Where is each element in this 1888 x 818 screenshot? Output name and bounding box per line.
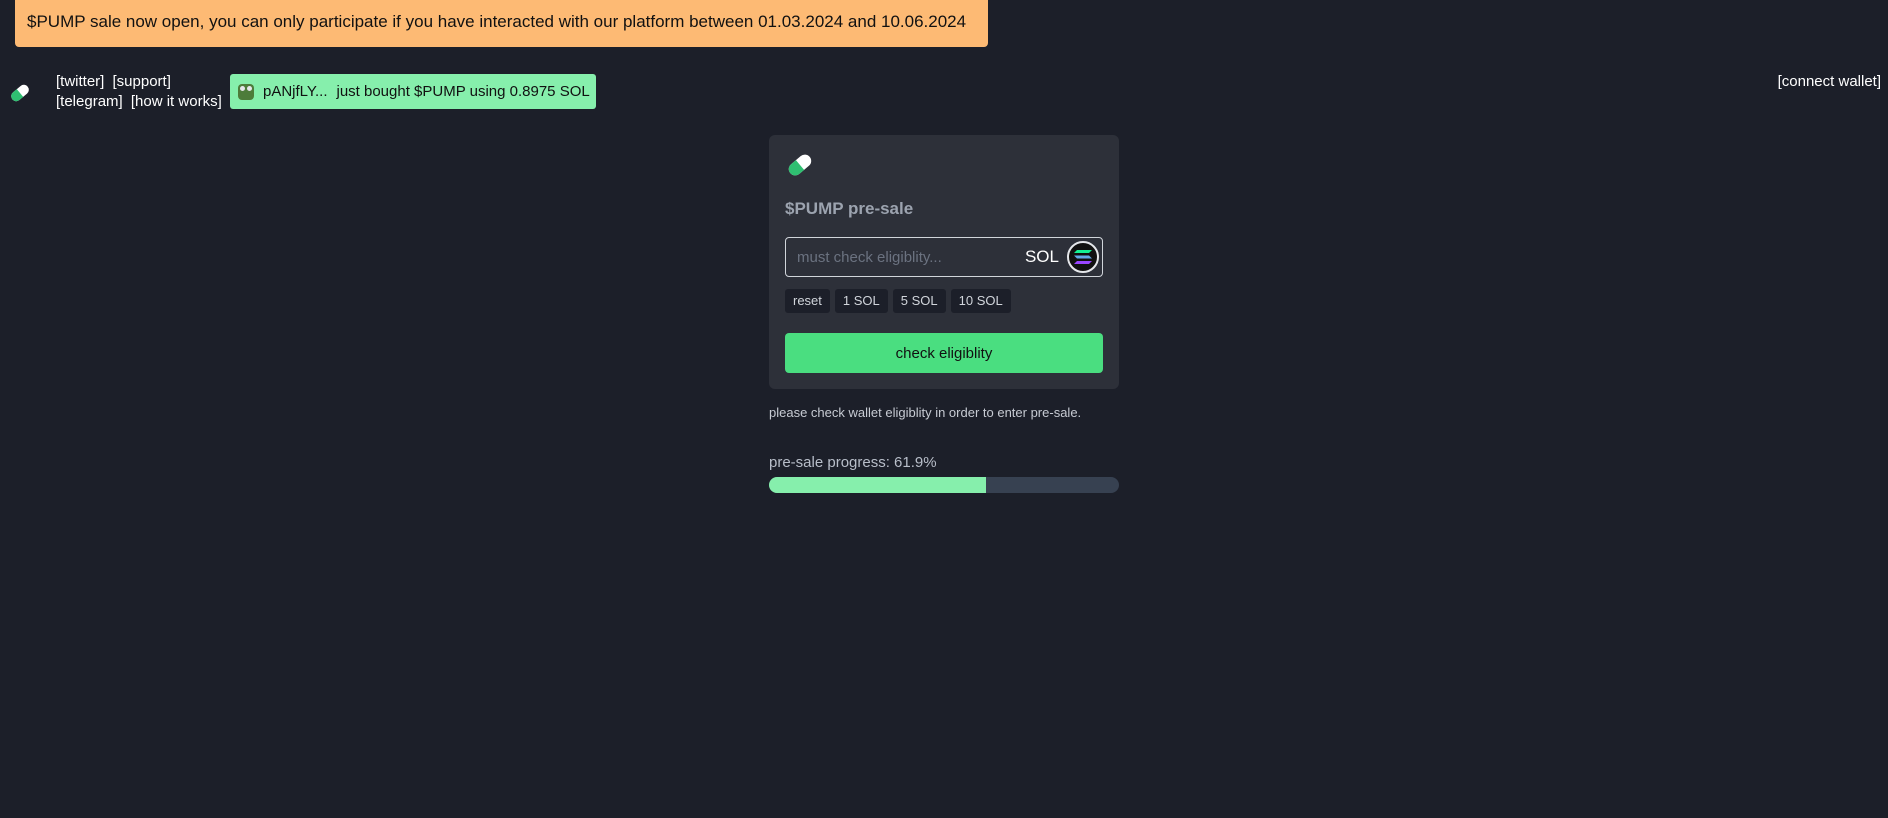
presale-title: $PUMP pre-sale (785, 199, 914, 218)
presale-card: $PUMP pre-sale SOL reset 1 SOL 5 SOL 10 … (769, 135, 1119, 389)
check-eligibility-button[interactable]: check eligiblity (785, 333, 1103, 373)
presale-progress-label: pre-sale progress: 61.9% (769, 454, 937, 471)
amount-5-sol-button[interactable]: 5 SOL (892, 289, 946, 313)
buyer-address: pANjfLY... (263, 83, 328, 100)
header-nav: [twitter] [support] [telegram] [how it w… (56, 72, 226, 112)
support-link[interactable]: [support] (113, 73, 171, 90)
presale-progress-bar (769, 477, 1119, 493)
how-it-works-link[interactable]: [how it works] (131, 93, 222, 110)
recent-purchase-ticker: pANjfLY... just bought $PUMP using 0.897… (230, 74, 596, 109)
amount-1-sol-button[interactable]: 1 SOL (834, 289, 888, 313)
sol-amount-input[interactable] (786, 247, 1025, 267)
telegram-link[interactable]: [telegram] (56, 93, 123, 110)
reset-button[interactable]: reset (785, 289, 830, 313)
twitter-link[interactable]: [twitter] (56, 73, 104, 90)
sol-amount-field: SOL (785, 237, 1103, 277)
eligibility-note: please check wallet eligiblity in order … (769, 405, 1082, 420)
announcement-text: $PUMP sale now open, you can only partic… (27, 12, 967, 31)
frog-avatar-icon (238, 83, 254, 100)
currency-unit: SOL (1024, 247, 1059, 266)
presale-progress-fill (769, 477, 986, 493)
purchase-message: just bought $PUMP using 0.8975 SOL (336, 83, 590, 100)
amount-10-sol-button[interactable]: 10 SOL (950, 289, 1011, 313)
quick-amount-buttons: reset 1 SOL 5 SOL 10 SOL (785, 289, 1011, 313)
pill-icon[interactable] (7, 80, 33, 106)
pill-icon (788, 154, 812, 176)
solana-icon (1067, 241, 1099, 273)
connect-wallet-button[interactable]: [connect wallet] (1778, 72, 1881, 92)
announcement-banner: $PUMP sale now open, you can only partic… (15, 0, 988, 47)
